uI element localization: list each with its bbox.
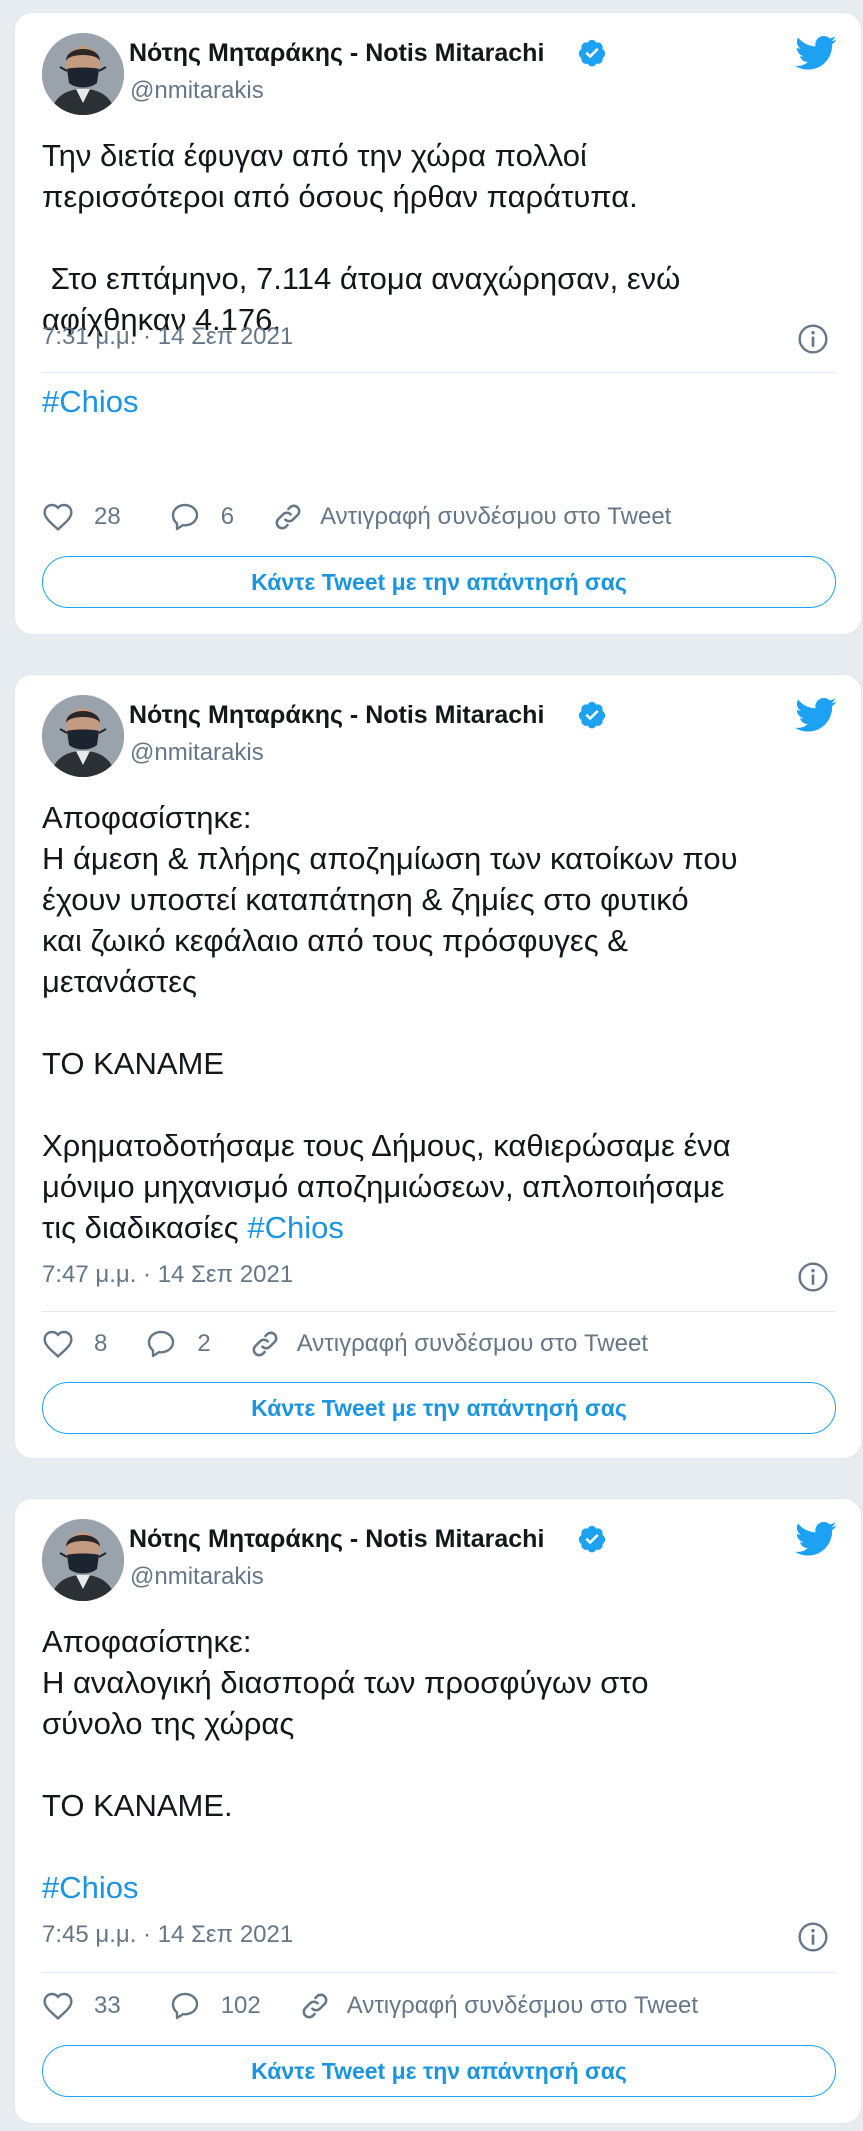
tweet-text: Αποφασίστηκε: Η άμεση & πλήρης αποζημίωσ… <box>42 797 842 1248</box>
twitter-bird-icon[interactable] <box>795 697 837 733</box>
hashtag-link[interactable]: #Chios <box>247 1210 344 1245</box>
tweet-body: Αποφασίστηκε: Η άμεση & πλήρης αποζημίωσ… <box>42 800 738 1245</box>
author-name[interactable]: Νότης Μηταράκης - Notis Mitarachi <box>129 39 544 68</box>
tweet-text: Την διετία έφυγαν από την χώρα πολλοί πε… <box>42 135 842 422</box>
author-name[interactable]: Νότης Μηταράκης - Notis Mitarachi <box>129 1525 544 1554</box>
link-icon[interactable] <box>272 501 304 533</box>
copy-link-label[interactable]: Αντιγραφή συνδέσμου στο Tweet <box>347 1992 698 2020</box>
copy-link-label[interactable]: Αντιγραφή συνδέσμου στο Tweet <box>320 503 671 531</box>
reply-tweet-button[interactable]: Κάντε Tweet με την απάντησή σας <box>42 556 836 608</box>
tweet-card[interactable]: Νότης Μηταράκης - Notis Mitarachi @nmita… <box>14 674 862 1459</box>
tweet-body: Την διετία έφυγαν από την χώρα πολλοί πε… <box>42 138 681 337</box>
divider <box>42 1972 836 1973</box>
reply-icon[interactable] <box>169 1990 201 2022</box>
tweet-card[interactable]: Νότης Μηταράκης - Notis Mitarachi @nmita… <box>14 1498 862 2124</box>
divider <box>42 1311 836 1312</box>
avatar[interactable] <box>42 695 124 777</box>
info-icon[interactable] <box>797 1921 829 1953</box>
verified-badge-icon <box>578 1525 606 1553</box>
reply-count[interactable]: 102 <box>221 1992 261 2020</box>
tweet-actions: 28 6 Αντιγραφή συνδέσμου στο Tweet <box>42 499 671 535</box>
reply-tweet-button[interactable]: Κάντε Tweet με την απάντησή σας <box>42 2045 836 2097</box>
heart-icon[interactable] <box>42 1990 74 2022</box>
tweet-timestamp[interactable]: 7:47 μ.μ. · 14 Σεπ 2021 <box>42 1261 293 1289</box>
verified-badge-icon <box>578 701 606 729</box>
link-icon[interactable] <box>249 1328 281 1360</box>
link-icon[interactable] <box>299 1990 331 2022</box>
tweet-card[interactable]: Νότης Μηταράκης - Notis Mitarachi @nmita… <box>14 12 862 635</box>
twitter-bird-icon[interactable] <box>795 1521 837 1557</box>
tweet-body: Αποφασίστηκε: Η αναλογική διασπορά των π… <box>42 1624 649 1823</box>
divider <box>42 372 836 373</box>
hashtag-link[interactable]: #Chios <box>42 1870 139 1905</box>
reply-icon[interactable] <box>169 501 201 533</box>
like-count[interactable]: 33 <box>94 1992 121 2020</box>
reply-count[interactable]: 6 <box>221 503 234 531</box>
copy-link-label[interactable]: Αντιγραφή συνδέσμου στο Tweet <box>297 1330 648 1358</box>
info-icon[interactable] <box>797 1261 829 1293</box>
heart-icon[interactable] <box>42 1328 74 1360</box>
author-handle[interactable]: @nmitarakis <box>130 77 264 105</box>
info-icon[interactable] <box>797 323 829 355</box>
tweet-actions: 33 102 Αντιγραφή συνδέσμου στο Tweet <box>42 1988 698 2024</box>
author-handle[interactable]: @nmitarakis <box>130 1563 264 1591</box>
twitter-bird-icon[interactable] <box>795 35 837 71</box>
avatar[interactable] <box>42 1519 124 1601</box>
tweet-text: Αποφασίστηκε: Η αναλογική διασπορά των π… <box>42 1621 842 1908</box>
like-count[interactable]: 28 <box>94 503 121 531</box>
avatar[interactable] <box>42 33 124 115</box>
hashtag-link[interactable]: #Chios <box>42 384 139 419</box>
author-name[interactable]: Νότης Μηταράκης - Notis Mitarachi <box>129 701 544 730</box>
reply-tweet-button[interactable]: Κάντε Tweet με την απάντησή σας <box>42 1382 836 1434</box>
reply-icon[interactable] <box>145 1328 177 1360</box>
like-count[interactable]: 8 <box>94 1330 107 1358</box>
tweet-timestamp[interactable]: 7:31 μ.μ. · 14 Σεπ 2021 <box>42 323 293 351</box>
tweet-actions: 8 2 Αντιγραφή συνδέσμου στο Tweet <box>42 1326 648 1362</box>
tweet-timestamp[interactable]: 7:45 μ.μ. · 14 Σεπ 2021 <box>42 1921 293 1949</box>
author-handle[interactable]: @nmitarakis <box>130 739 264 767</box>
verified-badge-icon <box>578 39 606 67</box>
heart-icon[interactable] <box>42 501 74 533</box>
reply-count[interactable]: 2 <box>197 1330 210 1358</box>
